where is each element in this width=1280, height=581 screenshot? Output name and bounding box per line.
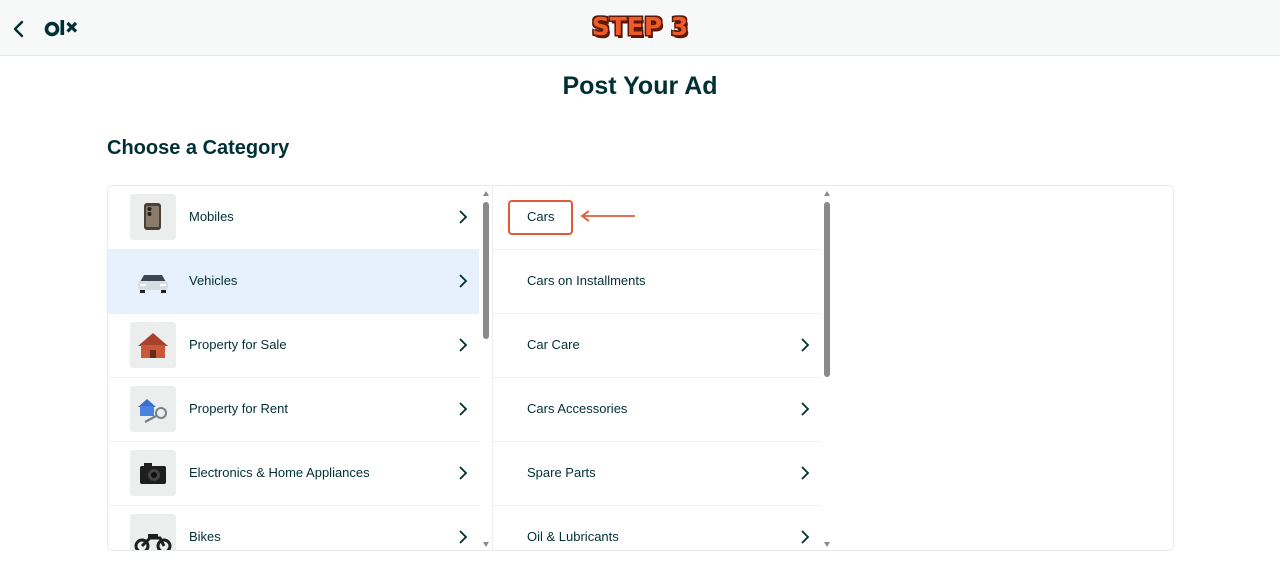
category-item-property-for-sale[interactable]: Property for Sale <box>108 314 479 378</box>
category-item-bikes[interactable]: Bikes <box>108 506 479 550</box>
subcategory-label: Cars on Installments <box>527 273 646 288</box>
category-label: Bikes <box>189 529 221 544</box>
category-panel: Mobiles Vehicles Property for Sale Prope… <box>107 185 1174 551</box>
category-item-vehicles[interactable]: Vehicles <box>108 250 479 314</box>
subcategory-label: Spare Parts <box>527 465 596 480</box>
scroll-down-arrow-icon[interactable] <box>823 540 831 548</box>
subcategory-list: Cars Cars on Installments Car Care Cars … <box>492 186 821 550</box>
camera-icon <box>130 450 176 496</box>
category-label: Electronics & Home Appliances <box>189 465 370 480</box>
subcategory-scrollbar[interactable] <box>821 186 833 550</box>
category-list: Mobiles Vehicles Property for Sale Prope… <box>108 186 479 550</box>
chevron-right-icon <box>459 338 468 352</box>
chevron-right-icon <box>801 402 810 416</box>
category-label: Property for Sale <box>189 337 287 352</box>
category-label: Vehicles <box>189 273 238 288</box>
subcategory-item-cars-on-installments[interactable]: Cars on Installments <box>493 250 821 314</box>
subcategory-item-spare-parts[interactable]: Spare Parts <box>493 442 821 506</box>
category-label: Mobiles <box>189 209 234 224</box>
chevron-right-icon <box>459 530 468 544</box>
chevron-right-icon <box>459 466 468 480</box>
house-icon <box>130 322 176 368</box>
subcategory-label: Cars Accessories <box>527 401 628 416</box>
subcategory-item-cars-accessories[interactable]: Cars Accessories <box>493 378 821 442</box>
scroll-thumb[interactable] <box>824 202 830 377</box>
section-title: Choose a Category <box>107 137 290 159</box>
cars-highlight-box <box>508 200 573 235</box>
scroll-up-arrow-icon[interactable] <box>482 190 490 198</box>
category-item-mobiles[interactable]: Mobiles <box>108 186 479 250</box>
step-label: STEP 3 <box>591 12 689 41</box>
chevron-right-icon <box>801 338 810 352</box>
subcategory-item-car-care[interactable]: Car Care <box>493 314 821 378</box>
category-item-electronics[interactable]: Electronics & Home Appliances <box>108 442 479 506</box>
subcategory-label: Oil & Lubricants <box>527 529 619 544</box>
top-bar: STEP 3 <box>0 0 1280 56</box>
scroll-down-arrow-icon[interactable] <box>482 540 490 548</box>
subcategory-label: Car Care <box>527 337 580 352</box>
subcategory-item-oil-lubricants[interactable]: Oil & Lubricants <box>493 506 821 550</box>
chevron-right-icon <box>801 530 810 544</box>
motorbike-icon <box>130 514 176 550</box>
chevron-right-icon <box>459 402 468 416</box>
chevron-right-icon <box>459 210 468 224</box>
phone-icon <box>130 194 176 240</box>
scroll-up-arrow-icon[interactable] <box>823 190 831 198</box>
chevron-right-icon <box>801 466 810 480</box>
house-key-icon <box>130 386 176 432</box>
scroll-thumb[interactable] <box>483 202 489 339</box>
category-scrollbar[interactable] <box>480 186 492 550</box>
page-title: Post Your Ad <box>562 72 718 100</box>
category-label: Property for Rent <box>189 401 288 416</box>
annotation-arrow-icon <box>580 210 635 222</box>
chevron-right-icon <box>459 274 468 288</box>
car-icon <box>130 258 176 304</box>
category-item-property-for-rent[interactable]: Property for Rent <box>108 378 479 442</box>
